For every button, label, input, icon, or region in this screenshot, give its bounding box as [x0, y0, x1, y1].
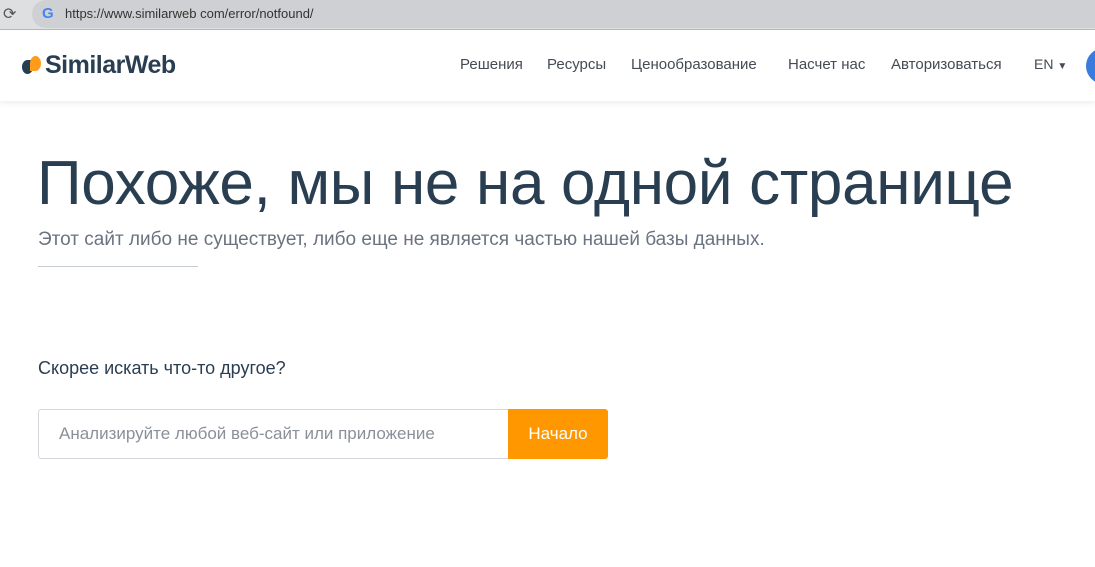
nav-login[interactable]: Авторизоваться [891, 56, 1002, 73]
divider [38, 266, 198, 267]
logo-text: SimilarWeb [45, 51, 176, 79]
reload-icon[interactable]: ⟳ [3, 4, 16, 24]
search-prompt: Скорее искать что-то другое? [38, 358, 286, 378]
signup-button[interactable] [1086, 48, 1095, 84]
address-bar[interactable]: G https://www.similarweb com/error/notfo… [32, 0, 1095, 28]
caret-down-icon: ▼ [1057, 61, 1068, 72]
logo[interactable]: SimilarWeb [22, 51, 176, 80]
nav-pricing[interactable]: Ценообразование [631, 56, 757, 73]
nav-about[interactable]: Насчет нас [788, 56, 865, 73]
language-selector[interactable]: EN ▼ [1034, 56, 1067, 72]
url-text[interactable]: https://www.similarweb com/error/notfoun… [65, 6, 314, 21]
google-icon: G [42, 5, 54, 22]
nav-solutions[interactable]: Решения [460, 56, 523, 73]
start-button[interactable]: Начало [508, 409, 608, 459]
page-title: Похоже, мы не на одной странице [37, 149, 1014, 218]
language-label: EN [1034, 56, 1054, 72]
similarweb-logo-icon [22, 55, 42, 76]
nav-resources[interactable]: Ресурсы [547, 56, 606, 73]
site-header: SimilarWeb Решения Ресурсы Ценообразован… [0, 31, 1095, 101]
browser-toolbar: ⟳ G https://www.similarweb com/error/not… [0, 0, 1095, 30]
page-subtitle: Этот сайт либо не существует, либо еще н… [38, 229, 765, 250]
search-input[interactable] [38, 409, 508, 459]
